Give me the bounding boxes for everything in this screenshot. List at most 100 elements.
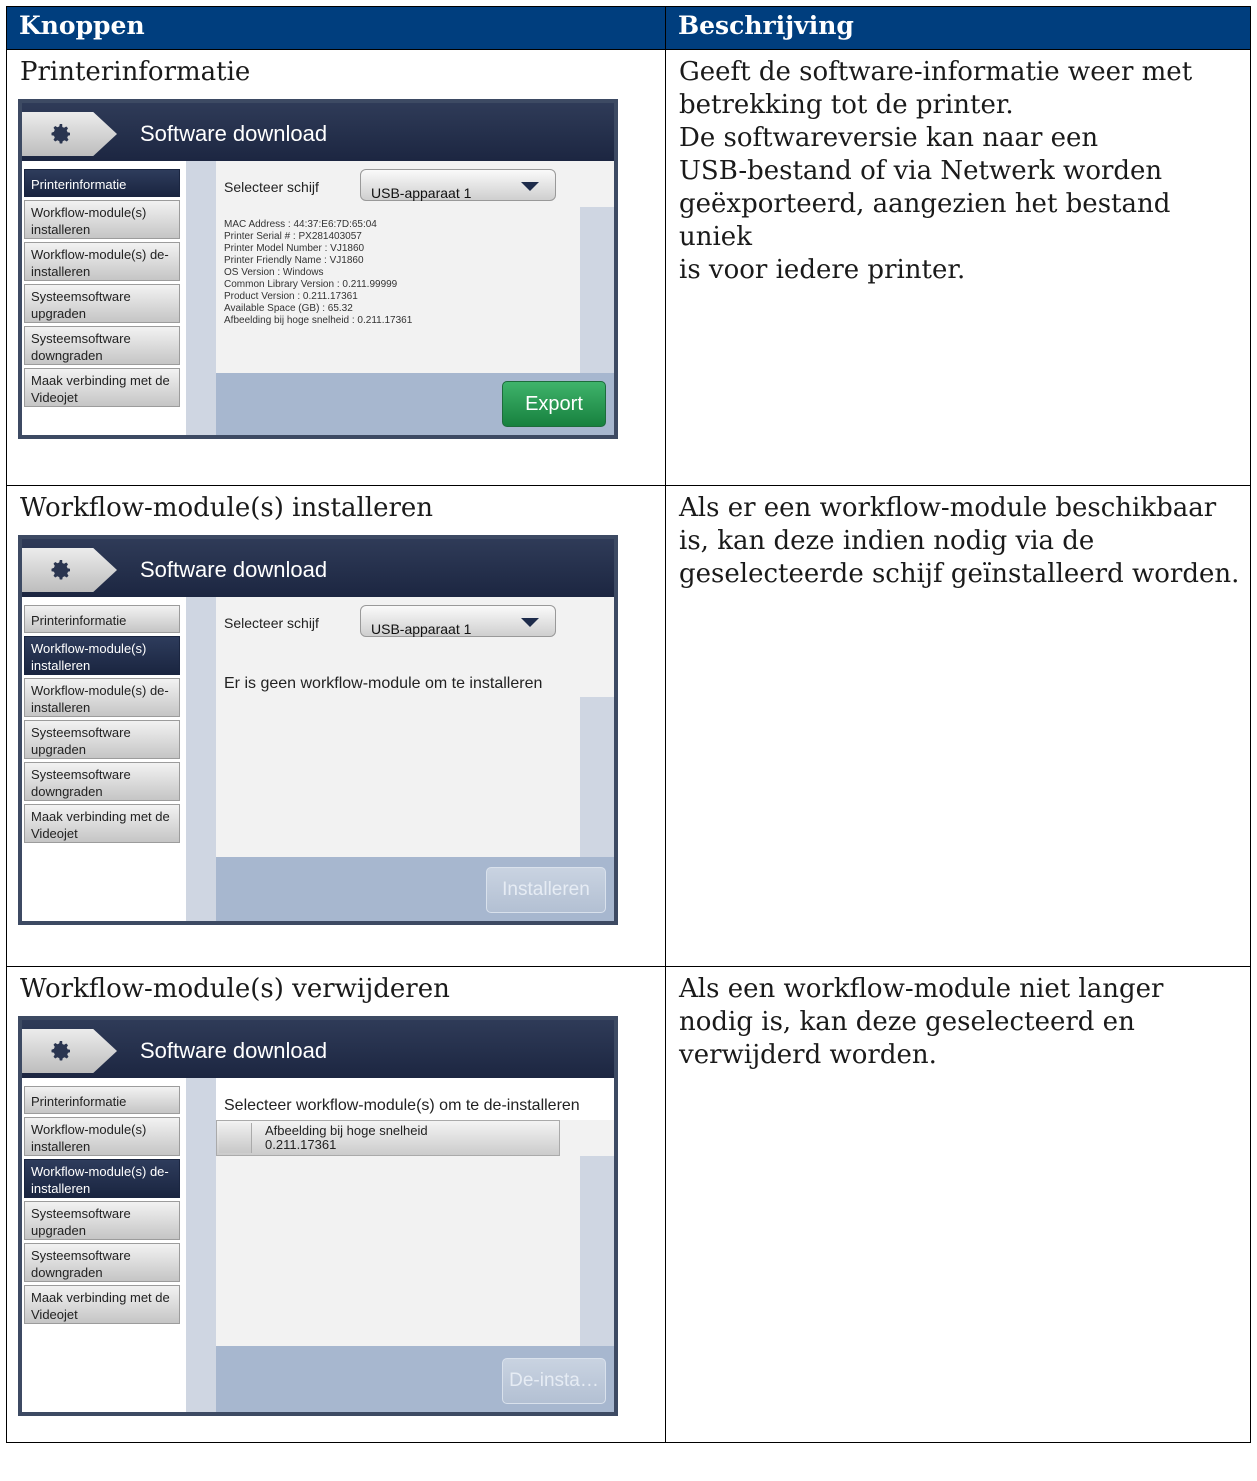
screenshot-install: Software download Printerinformatie Work… <box>18 535 618 925</box>
install-button[interactable]: Installeren <box>486 867 606 913</box>
info-line: Printer Model Number : VJ1860 <box>224 243 365 254</box>
table-header-row: Knoppen Beschrijving <box>6 6 1251 50</box>
export-button[interactable]: Export <box>502 381 606 427</box>
table-row: Workflow-module(s) installeren Software … <box>6 485 1251 967</box>
divider-column <box>186 1078 216 1412</box>
row-description: Als een workflow-module niet langer nodi… <box>679 973 1240 1072</box>
action-footer: Installeren <box>216 857 614 921</box>
description-line: nodig is, kan deze geselecteerd en <box>679 1007 1135 1037</box>
description-line: is, kan deze indien nodig via de <box>679 526 1095 556</box>
description-line: is voor iedere printer. <box>679 255 966 285</box>
select-drive-label: Selecteer schijf <box>224 179 319 195</box>
module-checkbox[interactable] <box>219 1123 252 1153</box>
description-line: Geeft de software-informatie weer met <box>679 57 1193 87</box>
gear-icon <box>51 124 70 144</box>
sidebar-item-upgrade[interactable]: Systeemsoftware upgraden <box>24 720 180 759</box>
screen-title: Software download <box>140 557 328 582</box>
sidebar-item-downgrade[interactable]: Systeemsoftware downgraden <box>24 1243 180 1282</box>
row-title: Workflow-module(s) verwijderen <box>20 974 450 1004</box>
action-footer: De-insta… <box>216 1346 614 1412</box>
settings-button[interactable] <box>22 112 117 156</box>
screen-body: Printerinformatie Workflow-module(s) ins… <box>22 161 614 435</box>
info-line: OS Version : Windows <box>224 267 324 278</box>
sidebar-item-install[interactable]: Workflow-module(s) installeren <box>24 636 180 675</box>
sidebar-item-upgrade[interactable]: Systeemsoftware upgraden <box>24 1201 180 1240</box>
module-list-item[interactable]: Afbeelding bij hoge snelheid 0.211.17361 <box>216 1120 560 1156</box>
sidebar-item-uninstall[interactable]: Workflow-module(s) de-installeren <box>24 1159 180 1198</box>
no-module-message: Er is geen workflow-module om te install… <box>224 675 543 692</box>
module-version: 0.211.17361 <box>265 1137 337 1152</box>
screen-header: Software download <box>22 1020 614 1078</box>
uninstall-button[interactable]: De-insta… <box>502 1358 606 1404</box>
sidebar-item-downgrade[interactable]: Systeemsoftware downgraden <box>24 326 180 365</box>
description-line: Als een workflow-module niet langer <box>679 974 1164 1004</box>
drive-dropdown-value: USB-apparaat 1 <box>371 185 472 201</box>
content-area: Selecteer schijf USB-apparaat 1 Er is ge… <box>216 597 614 921</box>
screen-body: Printerinformatie Workflow-module(s) ins… <box>22 1078 614 1412</box>
screen-header: Software download <box>22 539 614 597</box>
screen-title: Software download <box>140 121 328 146</box>
screen-body: Printerinformatie Workflow-module(s) ins… <box>22 597 614 921</box>
description-line: USB-bestand of via Netwerk worden <box>679 156 1163 186</box>
row-description: Als er een workflow-module beschikbaar i… <box>679 492 1240 591</box>
uninstall-list-header: Selecteer workflow-module(s) om te de-in… <box>216 1078 614 1120</box>
scrollbar[interactable] <box>580 1156 614 1346</box>
header-buttons: Knoppen <box>6 6 666 50</box>
row-description-cell: Geeft de software-informatie weer met be… <box>665 49 1251 486</box>
row-description-cell: Als er een workflow-module beschikbaar i… <box>665 485 1251 967</box>
content-area: Selecteer schijf USB-apparaat 1 MAC Addr… <box>216 161 614 435</box>
description-line: De softwareversie kan naar een <box>679 123 1099 153</box>
row-button-cell: Printerinformatie Software download Prin… <box>6 49 666 486</box>
action-footer: Export <box>216 373 614 435</box>
description-line: geselecteerde schijf geïnstalleerd worde… <box>679 559 1240 589</box>
content-area: Selecteer workflow-module(s) om te de-in… <box>216 1078 614 1412</box>
divider-column <box>186 597 216 921</box>
table-row: Printerinformatie Software download Prin… <box>6 49 1251 486</box>
sidebar-item-connect[interactable]: Maak verbinding met de Videojet <box>24 1285 180 1324</box>
sidebar-item-install[interactable]: Workflow-module(s) installeren <box>24 1117 180 1156</box>
sidebar-item-uninstall[interactable]: Workflow-module(s) de-installeren <box>24 242 180 281</box>
row-title: Printerinformatie <box>20 57 251 87</box>
sidebar-item-downgrade[interactable]: Systeemsoftware downgraden <box>24 762 180 801</box>
row-description: Geeft de software-informatie weer met be… <box>679 56 1240 287</box>
row-description-cell: Als een workflow-module niet langer nodi… <box>665 966 1251 1443</box>
sidebar-item-install[interactable]: Workflow-module(s) installeren <box>24 200 180 239</box>
row-title: Workflow-module(s) installeren <box>20 493 434 523</box>
printer-info-text: MAC Address : 44:37:E6:7D:65:04 Printer S… <box>224 219 412 327</box>
row-button-cell: Workflow-module(s) verwijderen Software … <box>6 966 666 1443</box>
description-line: Als er een workflow-module beschikbaar <box>679 493 1217 523</box>
sidebar: Printerinformatie Workflow-module(s) ins… <box>22 1078 184 1412</box>
screenshot-uninstall: Software download Printerinformatie Work… <box>18 1016 618 1416</box>
scrollbar[interactable] <box>580 697 614 857</box>
info-line: Afbeelding bij hoge snelheid : 0.211.173… <box>224 315 413 326</box>
sidebar: Printerinformatie Workflow-module(s) ins… <box>22 161 184 435</box>
screenshot-printer-info: Software download Printerinformatie Work… <box>18 99 618 439</box>
divider-column <box>186 161 216 435</box>
description-line: betrekking tot de printer. <box>679 90 1014 120</box>
drive-dropdown-value: USB-apparaat 1 <box>371 621 472 637</box>
info-line: Common Library Version : 0.211.99999 <box>224 279 398 290</box>
sidebar-item-connect[interactable]: Maak verbinding met de Videojet <box>24 804 180 843</box>
drive-dropdown[interactable]: USB-apparaat 1 <box>360 169 556 201</box>
sidebar: Printerinformatie Workflow-module(s) ins… <box>22 597 184 921</box>
screen-title: Software download <box>140 1038 328 1063</box>
sidebar-item-printer-info[interactable]: Printerinformatie <box>24 605 180 633</box>
info-line: Printer Friendly Name : VJ1860 <box>224 255 364 266</box>
info-line: MAC Address : 44:37:E6:7D:65:04 <box>224 219 377 230</box>
sidebar-item-printer-info[interactable]: Printerinformatie <box>24 169 180 197</box>
sidebar-item-printer-info[interactable]: Printerinformatie <box>24 1086 180 1114</box>
scrollbar[interactable] <box>580 207 614 375</box>
module-name: Afbeelding bij hoge snelheid <box>265 1123 428 1138</box>
info-line: Product Version : 0.211.17361 <box>224 291 358 302</box>
dropdown-arrow-icon <box>521 182 539 191</box>
row-button-cell: Workflow-module(s) installeren Software … <box>6 485 666 967</box>
settings-button[interactable] <box>22 1029 117 1073</box>
sidebar-item-upgrade[interactable]: Systeemsoftware upgraden <box>24 284 180 323</box>
table-row: Workflow-module(s) verwijderen Software … <box>6 966 1251 1443</box>
info-line: Available Space (GB) : 65.32 <box>224 303 353 314</box>
settings-button[interactable] <box>22 548 117 592</box>
sidebar-item-uninstall[interactable]: Workflow-module(s) de-installeren <box>24 678 180 717</box>
info-line: Printer Serial # : PX281403057 <box>224 231 362 242</box>
drive-dropdown[interactable]: USB-apparaat 1 <box>360 605 556 637</box>
sidebar-item-connect[interactable]: Maak verbinding met de Videojet <box>24 368 180 407</box>
